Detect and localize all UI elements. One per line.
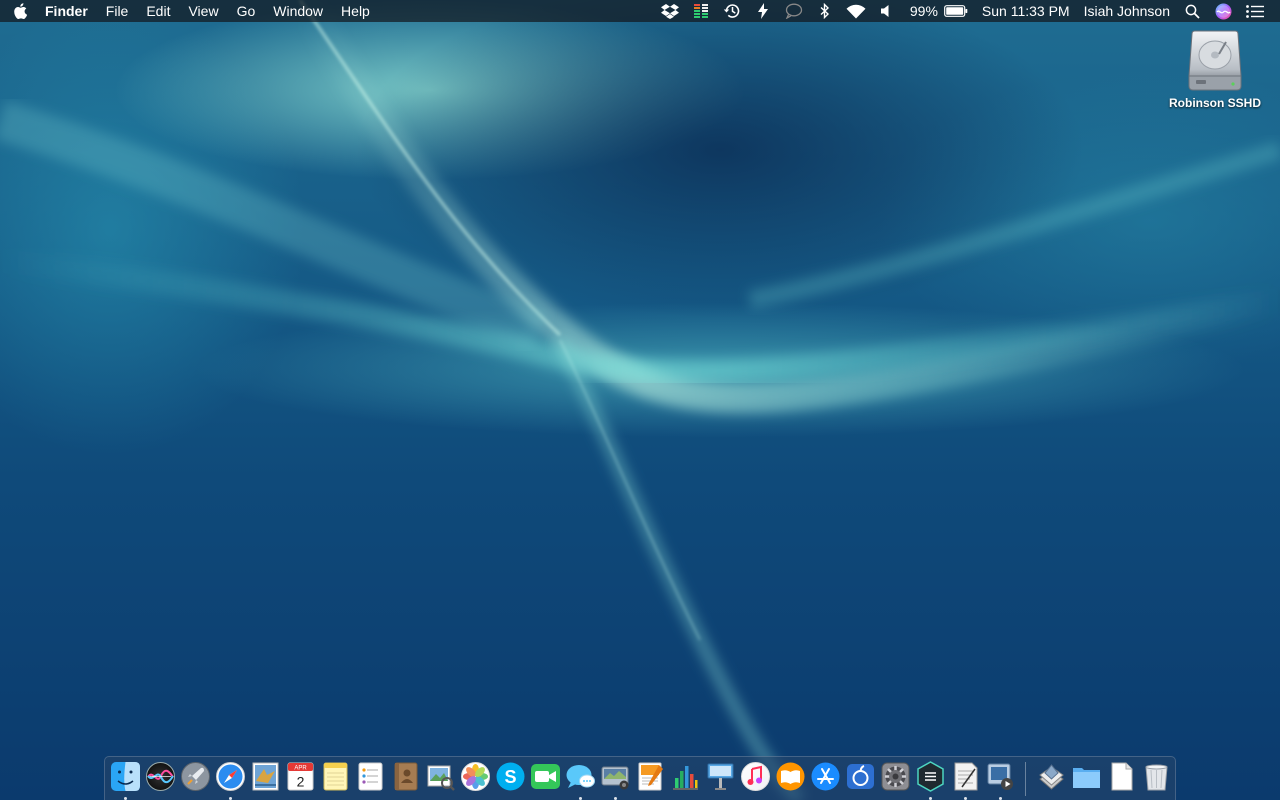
dock-facetime[interactable]	[528, 757, 563, 800]
dock-calendar[interactable]: APR 2	[283, 757, 318, 800]
menu-edit[interactable]: Edit	[137, 0, 179, 22]
dock-mail[interactable]	[248, 757, 283, 800]
dock-contacts[interactable]	[388, 757, 423, 800]
dock-pages[interactable]	[633, 757, 668, 800]
dock: APR 2 S	[104, 756, 1176, 800]
menu-bar: Finder File Edit View Go Window Help 99%…	[0, 0, 1280, 22]
dock-finder[interactable]	[108, 757, 143, 800]
desktop-volume-robinson-sshd[interactable]: Robinson SSHD	[1162, 30, 1268, 110]
skype-icon: S	[496, 762, 525, 791]
itunes-note-icon	[741, 762, 770, 791]
dock-siri[interactable]	[143, 757, 178, 800]
dock-ibooks[interactable]	[773, 757, 808, 800]
wifi-icon[interactable]	[841, 0, 872, 22]
launchpad-rocket-icon	[181, 762, 210, 791]
script-editor-icon	[954, 762, 978, 791]
preview-icon	[427, 765, 455, 791]
menu-go[interactable]: Go	[228, 0, 265, 22]
reminders-icon	[358, 762, 383, 791]
document-icon	[1111, 762, 1133, 791]
dock-messages[interactable]	[563, 757, 598, 800]
trash-can-icon	[1145, 764, 1168, 791]
keynote-podium-icon	[707, 763, 734, 790]
menu-finder[interactable]: Finder	[40, 0, 97, 22]
volume-icon[interactable]	[872, 0, 903, 22]
quicktime-player-icon	[987, 763, 1013, 790]
gear-icon	[881, 762, 910, 791]
app-store-icon	[811, 762, 840, 791]
flux-icon[interactable]	[748, 0, 779, 22]
dropbox-icon[interactable]	[655, 0, 686, 22]
menu-file[interactable]: File	[97, 0, 138, 22]
istat-menus-icon[interactable]	[686, 0, 717, 22]
dock-toolbox[interactable]	[843, 757, 878, 800]
dock-keynote[interactable]	[703, 757, 738, 800]
hexagon-app-icon	[917, 761, 944, 792]
dock-system-preferences[interactable]	[878, 757, 913, 800]
apple-menu-icon[interactable]	[0, 0, 40, 22]
photos-flower-icon	[461, 762, 490, 791]
dock-photos[interactable]	[458, 757, 493, 800]
user-name[interactable]: Isiah Johnson	[1077, 0, 1177, 22]
dock-hex-app[interactable]	[913, 757, 948, 800]
dock-documents-folder[interactable]	[1069, 757, 1104, 800]
calendar-date: 2	[297, 774, 305, 790]
dock-trash[interactable]	[1139, 757, 1174, 800]
calendar-month: APR	[294, 766, 307, 772]
battery-icon[interactable]	[942, 0, 970, 22]
dock-itunes[interactable]	[738, 757, 773, 800]
dock-reminders[interactable]	[353, 757, 388, 800]
dock-preview[interactable]	[423, 757, 458, 800]
dock-launchpad[interactable]	[178, 757, 213, 800]
battery-percent[interactable]: 99%	[903, 0, 942, 22]
dock-numbers[interactable]	[668, 757, 703, 800]
menu-view[interactable]: View	[179, 0, 227, 22]
messages-bubble-icon	[566, 765, 595, 788]
dock-skype[interactable]: S	[493, 757, 528, 800]
safari-compass-icon	[216, 762, 245, 791]
toolbox-apple-icon	[847, 764, 874, 789]
wallpaper	[0, 0, 1280, 800]
menu-help[interactable]: Help	[332, 0, 379, 22]
numbers-chart-icon	[673, 766, 698, 790]
dock-applications-stack[interactable]	[1034, 757, 1069, 800]
image-capture-icon	[601, 766, 629, 790]
pages-icon	[638, 762, 663, 791]
clock[interactable]: Sun 11:33 PM	[970, 0, 1077, 22]
menu-window[interactable]: Window	[264, 0, 332, 22]
applications-stack-icon	[1039, 764, 1064, 790]
dock-app-store[interactable]	[808, 757, 843, 800]
time-machine-icon[interactable]	[717, 0, 748, 22]
dock-image-capture[interactable]	[598, 757, 633, 800]
spotlight-icon[interactable]	[1177, 0, 1208, 22]
dock-document-stack[interactable]	[1104, 757, 1139, 800]
dock-quicktime[interactable]	[983, 757, 1018, 800]
calendar-icon: APR 2	[287, 762, 314, 791]
dock-notes[interactable]	[318, 757, 353, 800]
finder-icon	[111, 762, 140, 791]
bluetooth-icon[interactable]	[810, 0, 841, 22]
svg-text:S: S	[504, 767, 516, 787]
dock-script-editor[interactable]	[948, 757, 983, 800]
facetime-camera-icon	[531, 764, 560, 789]
dock-safari[interactable]	[213, 757, 248, 800]
notification-center-icon[interactable]	[1239, 0, 1270, 22]
contacts-book-icon	[394, 762, 418, 791]
notes-icon	[323, 762, 348, 791]
dock-separator	[1025, 762, 1026, 796]
siri-icon	[146, 762, 175, 791]
volume-label[interactable]: Robinson SSHD	[1169, 96, 1261, 110]
desktop[interactable]: Finder File Edit View Go Window Help 99%…	[0, 0, 1280, 800]
folder-icon	[1073, 768, 1100, 788]
messages-status-icon[interactable]	[779, 0, 810, 22]
hard-drive-icon[interactable]	[1186, 30, 1244, 92]
ibooks-icon	[776, 762, 805, 791]
siri-icon[interactable]	[1208, 0, 1239, 22]
mail-stamp-icon	[252, 762, 279, 791]
